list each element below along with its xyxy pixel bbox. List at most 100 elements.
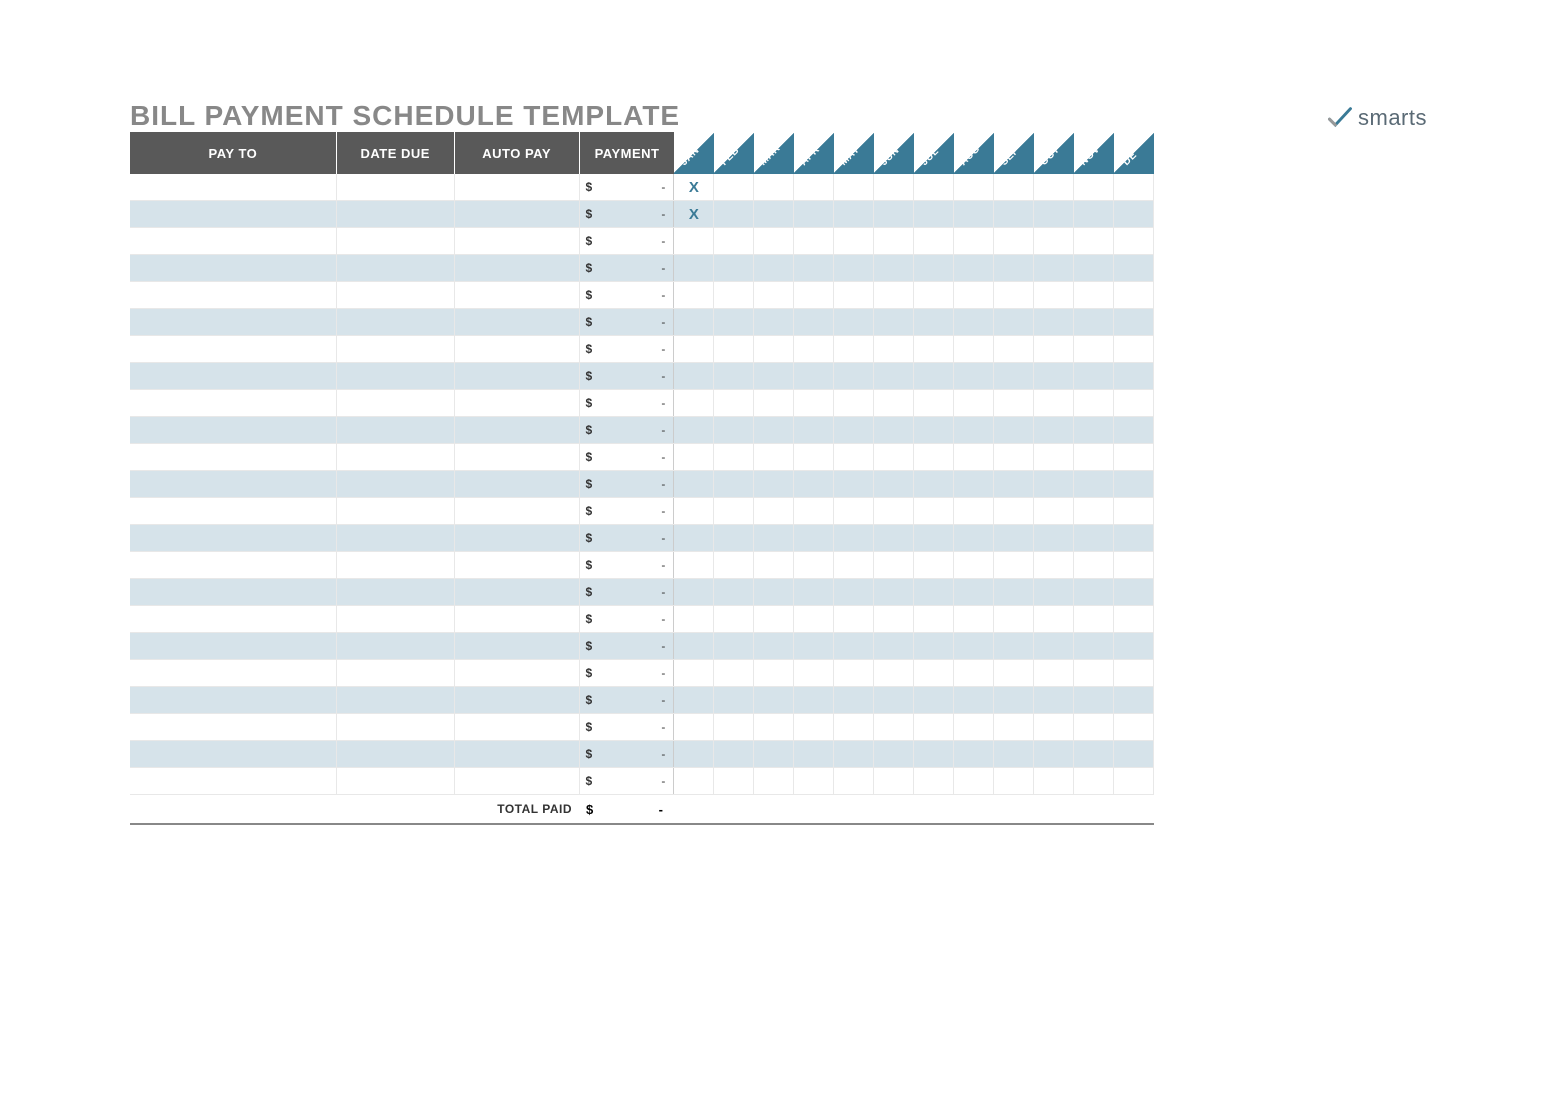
cell-month-may[interactable] — [834, 282, 874, 308]
cell-month-jan[interactable] — [674, 660, 714, 686]
cell-pay-to[interactable] — [130, 552, 337, 578]
cell-month-feb[interactable] — [714, 363, 754, 389]
cell-payment[interactable]: $- — [580, 741, 675, 767]
cell-month-sep[interactable] — [994, 714, 1034, 740]
cell-month-sep[interactable] — [994, 660, 1034, 686]
cell-month-nov[interactable] — [1074, 552, 1114, 578]
cell-month-jan[interactable] — [674, 714, 714, 740]
cell-month-oct[interactable] — [1034, 687, 1074, 713]
cell-month-feb[interactable] — [714, 336, 754, 362]
cell-month-mar[interactable] — [754, 336, 794, 362]
cell-month-oct[interactable] — [1034, 633, 1074, 659]
cell-month-jul[interactable] — [914, 255, 954, 281]
cell-month-jan[interactable]: X — [674, 201, 714, 227]
cell-month-de[interactable] — [1114, 444, 1154, 470]
cell-auto-pay[interactable] — [455, 660, 580, 686]
cell-month-nov[interactable] — [1074, 444, 1114, 470]
cell-month-mar[interactable] — [754, 201, 794, 227]
cell-month-mar[interactable] — [754, 471, 794, 497]
cell-month-aug[interactable] — [954, 471, 994, 497]
cell-month-oct[interactable] — [1034, 228, 1074, 254]
cell-payment[interactable]: $- — [580, 633, 675, 659]
cell-month-jul[interactable] — [914, 714, 954, 740]
cell-payment[interactable]: $- — [580, 687, 675, 713]
cell-date-due[interactable] — [337, 606, 455, 632]
cell-month-nov[interactable] — [1074, 579, 1114, 605]
cell-month-jun[interactable] — [874, 471, 914, 497]
cell-auto-pay[interactable] — [455, 363, 580, 389]
cell-date-due[interactable] — [337, 687, 455, 713]
cell-auto-pay[interactable] — [455, 579, 580, 605]
cell-month-sep[interactable] — [994, 282, 1034, 308]
cell-month-oct[interactable] — [1034, 390, 1074, 416]
cell-month-jan[interactable] — [674, 633, 714, 659]
cell-month-may[interactable] — [834, 660, 874, 686]
cell-month-nov[interactable] — [1074, 201, 1114, 227]
cell-month-sep[interactable] — [994, 201, 1034, 227]
cell-month-apr[interactable] — [794, 201, 834, 227]
cell-pay-to[interactable] — [130, 201, 337, 227]
cell-month-de[interactable] — [1114, 174, 1154, 200]
cell-pay-to[interactable] — [130, 174, 337, 200]
cell-month-de[interactable] — [1114, 228, 1154, 254]
cell-month-de[interactable] — [1114, 633, 1154, 659]
cell-month-aug[interactable] — [954, 363, 994, 389]
cell-month-mar[interactable] — [754, 714, 794, 740]
cell-date-due[interactable] — [337, 201, 455, 227]
cell-month-oct[interactable] — [1034, 444, 1074, 470]
cell-month-sep[interactable] — [994, 417, 1034, 443]
cell-auto-pay[interactable] — [455, 768, 580, 794]
cell-auto-pay[interactable] — [455, 552, 580, 578]
cell-month-oct[interactable] — [1034, 336, 1074, 362]
cell-month-aug[interactable] — [954, 606, 994, 632]
cell-month-oct[interactable] — [1034, 174, 1074, 200]
cell-month-de[interactable] — [1114, 498, 1154, 524]
cell-month-feb[interactable] — [714, 660, 754, 686]
cell-month-mar[interactable] — [754, 633, 794, 659]
cell-month-jan[interactable] — [674, 309, 714, 335]
cell-month-nov[interactable] — [1074, 174, 1114, 200]
cell-pay-to[interactable] — [130, 525, 337, 551]
cell-date-due[interactable] — [337, 552, 455, 578]
cell-month-jul[interactable] — [914, 660, 954, 686]
cell-payment[interactable]: $- — [580, 174, 675, 200]
cell-month-jan[interactable] — [674, 363, 714, 389]
cell-date-due[interactable] — [337, 741, 455, 767]
cell-month-feb[interactable] — [714, 579, 754, 605]
cell-pay-to[interactable] — [130, 282, 337, 308]
cell-month-may[interactable] — [834, 687, 874, 713]
cell-month-jul[interactable] — [914, 606, 954, 632]
cell-month-may[interactable] — [834, 768, 874, 794]
cell-month-jun[interactable] — [874, 525, 914, 551]
cell-payment[interactable]: $- — [580, 282, 675, 308]
cell-month-oct[interactable] — [1034, 579, 1074, 605]
cell-month-apr[interactable] — [794, 741, 834, 767]
cell-month-jul[interactable] — [914, 228, 954, 254]
cell-auto-pay[interactable] — [455, 525, 580, 551]
cell-month-jan[interactable] — [674, 228, 714, 254]
cell-pay-to[interactable] — [130, 228, 337, 254]
cell-month-de[interactable] — [1114, 552, 1154, 578]
cell-month-de[interactable] — [1114, 309, 1154, 335]
cell-month-apr[interactable] — [794, 579, 834, 605]
cell-month-aug[interactable] — [954, 633, 994, 659]
cell-month-oct[interactable] — [1034, 660, 1074, 686]
cell-month-sep[interactable] — [994, 741, 1034, 767]
cell-month-de[interactable] — [1114, 417, 1154, 443]
cell-payment[interactable]: $- — [580, 498, 675, 524]
cell-month-jan[interactable] — [674, 444, 714, 470]
cell-month-feb[interactable] — [714, 714, 754, 740]
cell-month-nov[interactable] — [1074, 768, 1114, 794]
cell-month-feb[interactable] — [714, 228, 754, 254]
cell-month-sep[interactable] — [994, 633, 1034, 659]
cell-month-apr[interactable] — [794, 309, 834, 335]
cell-month-jun[interactable] — [874, 687, 914, 713]
cell-month-sep[interactable] — [994, 390, 1034, 416]
cell-month-de[interactable] — [1114, 714, 1154, 740]
cell-month-apr[interactable] — [794, 336, 834, 362]
cell-month-nov[interactable] — [1074, 255, 1114, 281]
cell-month-nov[interactable] — [1074, 363, 1114, 389]
cell-month-oct[interactable] — [1034, 471, 1074, 497]
cell-month-nov[interactable] — [1074, 309, 1114, 335]
cell-month-aug[interactable] — [954, 174, 994, 200]
